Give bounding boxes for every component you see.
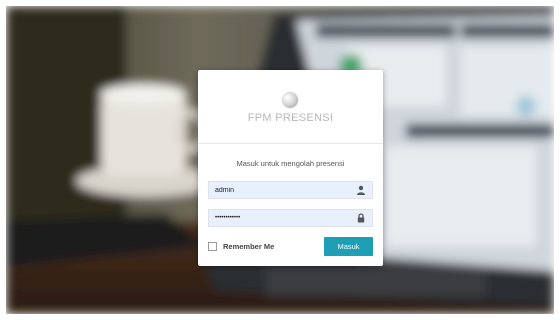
logo-icon — [282, 92, 298, 108]
username-field[interactable] — [208, 181, 373, 199]
remember-checkbox[interactable] — [208, 241, 217, 251]
login-card: FPM PRESENSI Masuk untuk mengolah presen… — [198, 70, 383, 266]
password-input[interactable] — [209, 210, 349, 226]
user-icon — [357, 185, 365, 195]
lock-icon — [357, 213, 365, 223]
login-button[interactable]: Masuk — [324, 237, 373, 256]
app-name: FPM PRESENSI — [247, 112, 334, 124]
screen-frame: FPM PRESENSI Masuk untuk mengolah presen… — [6, 6, 554, 314]
remember-me[interactable]: Remember Me — [208, 240, 274, 252]
password-field[interactable] — [208, 209, 373, 227]
logo-header: FPM PRESENSI — [198, 70, 383, 144]
username-input[interactable] — [209, 182, 349, 198]
login-subtitle: Masuk untuk mengolah presensi — [236, 159, 345, 168]
remember-label: Remember Me — [223, 241, 275, 251]
